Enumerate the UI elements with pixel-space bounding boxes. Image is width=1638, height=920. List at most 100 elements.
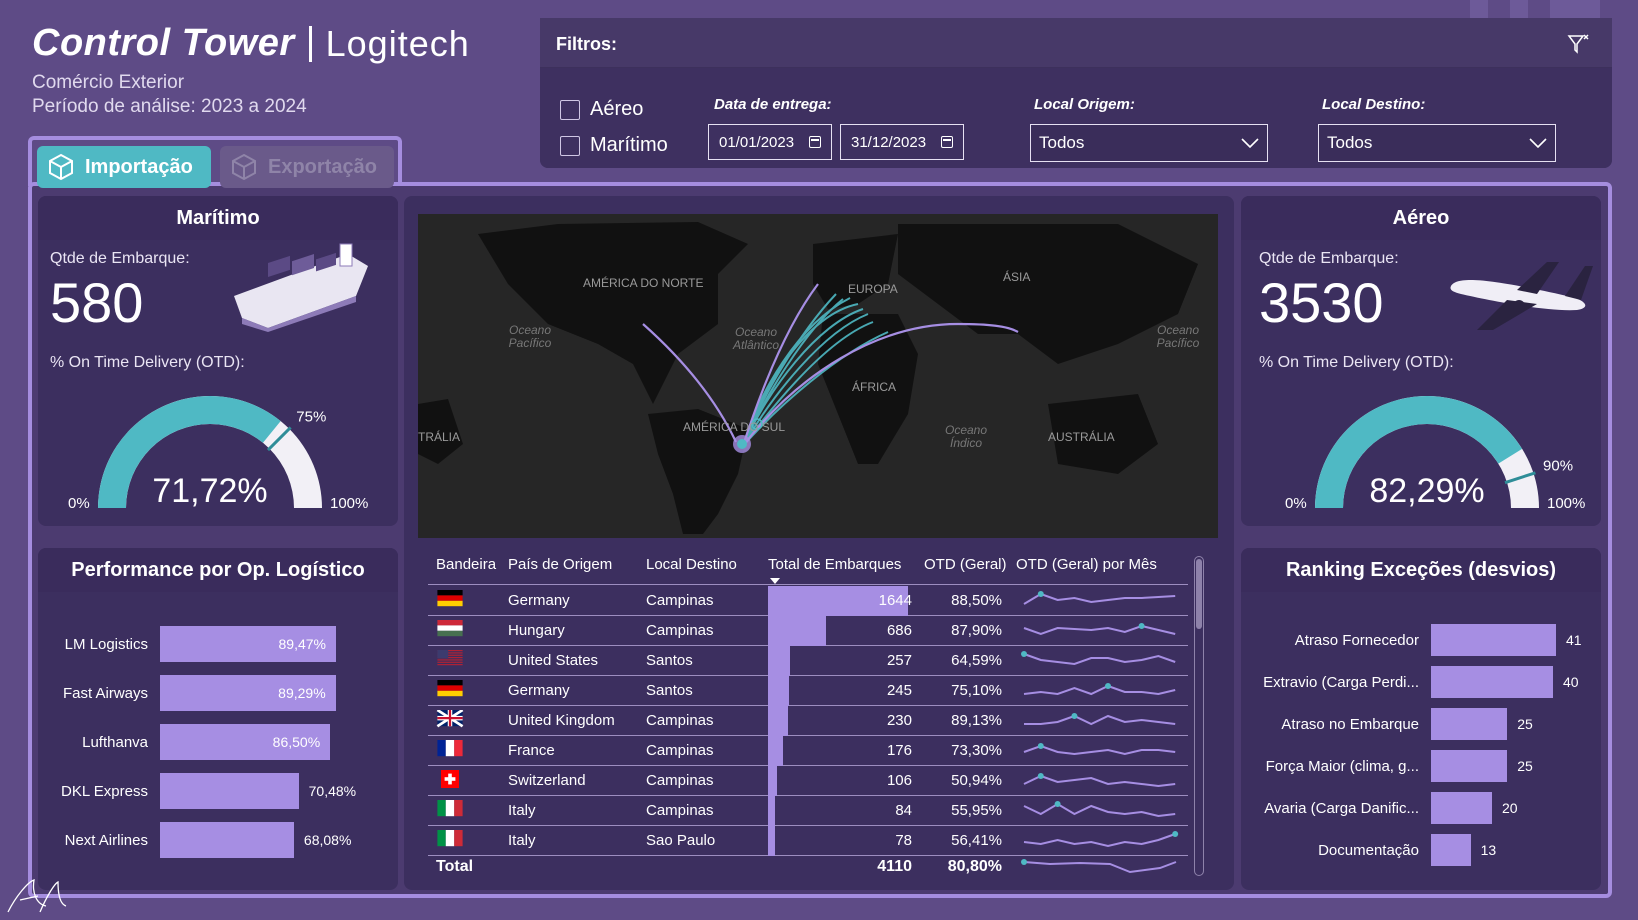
- table-header[interactable]: Total de Embarques: [768, 556, 901, 573]
- bar-row[interactable]: Documentação 13: [1241, 834, 1496, 866]
- destination-cell: Santos: [646, 682, 693, 699]
- table-row[interactable]: Germany Campinas 1644 88,50%: [428, 586, 1188, 616]
- bar[interactable]: 89,47%: [160, 626, 336, 662]
- country-flag-icon: [437, 650, 463, 666]
- airplane-icon: [1450, 262, 1593, 330]
- bar-row[interactable]: DKL Express 70,48%: [38, 773, 356, 809]
- table-header[interactable]: OTD (Geral): [924, 556, 1007, 573]
- box-icon: [232, 153, 256, 181]
- otd-cell: 75,10%: [951, 682, 1002, 699]
- destination-cell: Campinas: [646, 592, 714, 609]
- otd-sparkline: [1023, 743, 1176, 756]
- bar-row[interactable]: Next Airlines 68,08%: [38, 822, 351, 858]
- bar-row[interactable]: Lufthanva 86,50%: [38, 724, 331, 760]
- country-cell: United Kingdom: [508, 712, 615, 729]
- table-row[interactable]: Hungary Campinas 686 87,90%: [428, 616, 1188, 646]
- bar-value: 13: [1480, 842, 1497, 858]
- country-flag-icon: [437, 680, 463, 697]
- date-label: Data de entrega:: [714, 96, 832, 113]
- bar[interactable]: [1431, 708, 1508, 740]
- shipment-map[interactable]: AMÉRICA DO NORTE EUROPA ÁSIA ÁFRICA AMÉR…: [418, 214, 1218, 538]
- table-header[interactable]: País de Origem: [508, 556, 612, 573]
- bar[interactable]: [160, 773, 299, 809]
- tab-importacao[interactable]: Importação: [37, 146, 211, 188]
- bar-label: Avaria (Carga Danific...: [1264, 799, 1419, 817]
- bar-label: Atraso Fornecedor: [1294, 631, 1419, 649]
- bar[interactable]: [1431, 666, 1553, 698]
- country-flag-icon: [437, 800, 463, 817]
- table-scrollbar[interactable]: [1194, 556, 1204, 876]
- total-bar: [768, 766, 778, 796]
- table-header[interactable]: Local Destino: [646, 556, 737, 573]
- bar-value: 25: [1517, 758, 1533, 774]
- table-row[interactable]: United States Santos 257 64,59%: [428, 646, 1188, 676]
- otd-sparkline: [1023, 591, 1176, 605]
- table-row[interactable]: Switzerland Campinas 106 50,94%: [428, 766, 1188, 796]
- gauge-max-label: 100%: [330, 495, 368, 512]
- bar[interactable]: 89,29%: [160, 675, 336, 711]
- bar-label: LM Logistics: [64, 635, 148, 653]
- table-header[interactable]: OTD (Geral) por Mês: [1016, 556, 1157, 573]
- bar-row[interactable]: Fast Airways 89,29%: [38, 675, 336, 711]
- chevron-down-icon: [1241, 138, 1259, 148]
- bar-value: 20: [1501, 800, 1518, 816]
- bar-row[interactable]: Atraso Fornecedor 41: [1241, 624, 1582, 656]
- bar-row[interactable]: Extravio (Carga Perdi... 40: [1241, 666, 1579, 698]
- bar[interactable]: [1431, 624, 1556, 656]
- country-cell: United States: [508, 652, 599, 669]
- title-separator: [308, 25, 312, 62]
- bar[interactable]: [1431, 750, 1508, 782]
- tab-importacao-label: Importação: [85, 155, 193, 178]
- total-cell: 686: [886, 622, 912, 639]
- bar-row[interactable]: Avaria (Carga Danific... 20: [1241, 792, 1518, 824]
- destination-select[interactable]: Todos: [1318, 124, 1556, 162]
- bar-row[interactable]: LM Logistics 89,47%: [38, 626, 336, 662]
- table-header[interactable]: Bandeira: [436, 556, 496, 573]
- bar[interactable]: [1431, 834, 1471, 866]
- country-flag-icon: [441, 770, 459, 788]
- clear-filter-icon[interactable]: [1566, 32, 1590, 56]
- bar[interactable]: [160, 822, 294, 858]
- ocean-label: Oceano Atlântico: [732, 325, 780, 352]
- table-row[interactable]: France Campinas 176 73,30%: [428, 736, 1188, 766]
- destination-cell: Campinas: [646, 712, 714, 729]
- otd-cell: 55,95%: [951, 802, 1002, 819]
- gauge-min-label: 0%: [1285, 495, 1307, 512]
- otd-cell: 89,13%: [951, 712, 1002, 729]
- total-bar: [768, 796, 776, 826]
- chevron-down-icon: [1529, 138, 1547, 148]
- destination-cell: Sao Paulo: [646, 832, 716, 849]
- bar-row[interactable]: Atraso no Embarque 25: [1241, 708, 1533, 740]
- calendar-icon[interactable]: [941, 136, 953, 148]
- bar[interactable]: 86,50%: [160, 724, 331, 760]
- checkbox-box[interactable]: [560, 99, 580, 120]
- date-end-input[interactable]: 31/12/2023: [840, 124, 964, 160]
- date-start-input[interactable]: 01/01/2023: [708, 124, 832, 160]
- calendar-icon[interactable]: [809, 136, 821, 148]
- table-row[interactable]: Italy Sao Paulo 78 56,41%: [428, 826, 1188, 856]
- total-shipments: 4110: [877, 858, 912, 875]
- checkbox-box[interactable]: [560, 135, 580, 156]
- scroll-thumb[interactable]: [1196, 559, 1202, 629]
- table-row[interactable]: United Kingdom Campinas 230 89,13%: [428, 706, 1188, 736]
- destination-cell: Campinas: [646, 772, 714, 789]
- tab-exportacao[interactable]: Exportação: [220, 146, 394, 188]
- total-cell: 78: [895, 832, 912, 849]
- ship-icon: [234, 243, 368, 332]
- page-title: Control Tower: [32, 22, 295, 64]
- checkbox-maritimo[interactable]: Marítimo: [560, 134, 668, 157]
- gauge-value: 71,72%: [152, 472, 267, 510]
- performance-panel: Performance por Op. Logístico LM Logisti…: [38, 548, 398, 890]
- destination-cell: Campinas: [646, 742, 714, 759]
- bar[interactable]: [1431, 792, 1492, 824]
- table-row[interactable]: Italy Campinas 84 55,95%: [428, 796, 1188, 826]
- checkbox-aereo-label: Aéreo: [590, 98, 644, 120]
- bar-row[interactable]: Força Maior (clima, g... 25: [1241, 750, 1533, 782]
- country-cell: Switzerland: [508, 772, 586, 789]
- checkbox-aereo[interactable]: Aéreo: [560, 98, 643, 121]
- origin-select[interactable]: Todos: [1030, 124, 1268, 162]
- aereo-panel: Aéreo Qtde de Embarque: 3530 % On Time D…: [1241, 196, 1601, 526]
- country-cell: Germany: [508, 682, 570, 699]
- aereo-otd-gauge: 82,29% 0% 100% 90%: [1285, 396, 1585, 512]
- table-row[interactable]: Germany Santos 245 75,10%: [428, 676, 1188, 706]
